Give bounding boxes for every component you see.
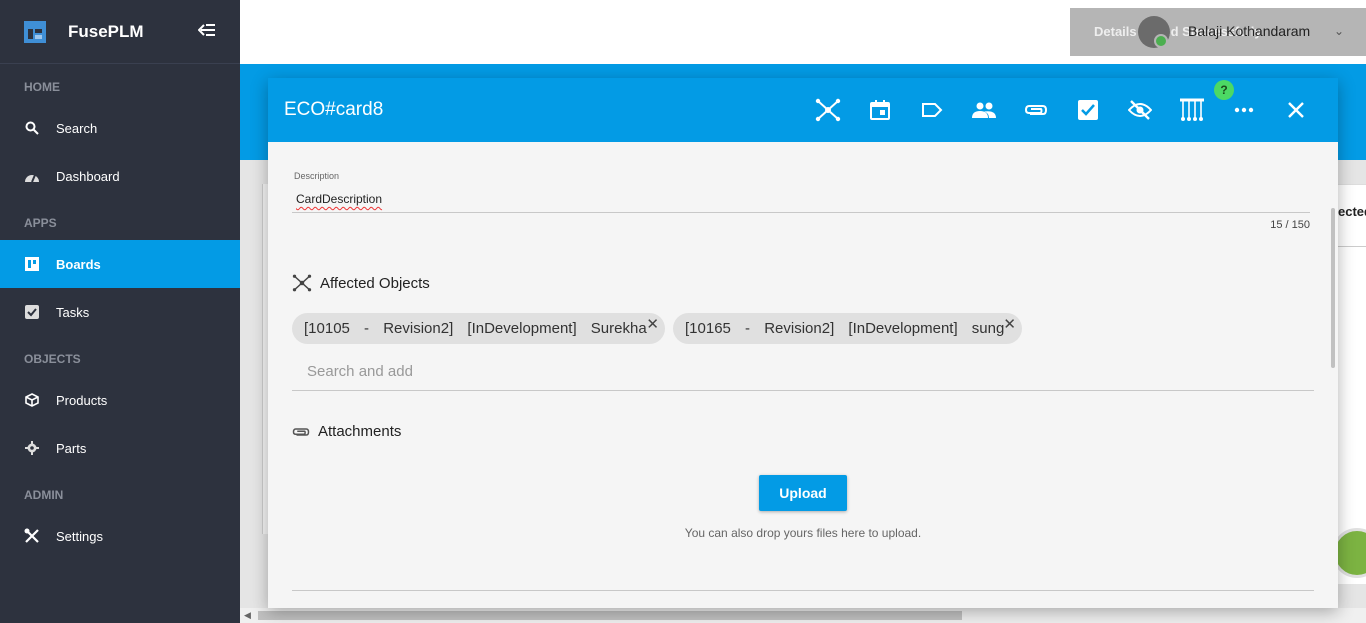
description-field[interactable]: CardDescription [296,192,382,206]
sidebar-item-label: Search [56,120,98,136]
dashboard-icon [24,168,40,184]
search-icon [24,120,40,136]
sidebar-item-label: Settings [56,528,103,544]
chevron-down-icon[interactable]: ⌄ [1334,24,1344,38]
app-name: FusePLM [68,21,144,41]
sidebar: FusePLM HOME Search Dashboard APPS Board… [0,0,240,623]
remove-chip-icon[interactable]: ✕ [1003,315,1016,333]
sidebar-item-tasks[interactable]: Tasks [0,288,240,336]
section-title: Affected Objects [320,274,430,292]
boards-icon [24,256,40,272]
upload-button[interactable]: Upload [759,475,847,511]
cube-icon [24,392,40,408]
affected-object-chip[interactable]: [10105 - Revision2] [InDevelopment] Sure… [292,313,665,344]
divider [1338,246,1366,247]
user-name: Balaji Kothandaram [1188,23,1311,39]
card-dialog: ECO#card8 ? Description CardDescription … [268,78,1338,608]
drop-hint: You can also drop yours files here to up… [684,526,922,540]
logo-icon [24,20,46,43]
search-underline [292,390,1314,391]
attachment-icon[interactable] [1010,90,1062,130]
search-add-input[interactable]: Search and add [307,363,413,380]
affected-objects-heading: Affected Objects [292,274,430,292]
close-icon[interactable] [1270,90,1322,130]
nav-section-apps: APPS [24,216,57,230]
dialog-title: ECO#card8 [284,99,384,120]
nav-section-objects: OBJECTS [24,352,81,366]
sidebar-item-settings[interactable]: Settings [0,512,240,560]
chip-label: [10105 - Revision2] [InDevelopment] Sure… [304,320,647,337]
online-status-icon [1154,34,1168,48]
remove-chip-icon[interactable]: ✕ [646,315,659,333]
board-list-card-text: ected [1338,204,1366,219]
network-icon [292,274,312,292]
attachments-heading: Attachments [292,423,401,440]
sidebar-item-products[interactable]: Products [0,376,240,424]
chip-label: [10165 - Revision2] [InDevelopment] sung [685,320,1005,337]
nav-section-admin: ADMIN [24,488,64,502]
divider [292,590,1314,591]
board-list-card-right [1338,184,1366,584]
gear-icon [24,440,40,456]
sidebar-item-label: Boards [56,256,101,272]
description-underline [292,212,1310,213]
nav-section-home: HOME [24,80,60,94]
scroll-left-icon[interactable]: ◀ [244,608,251,623]
abacus-icon[interactable] [1166,90,1218,130]
sidebar-item-search[interactable]: Search [0,104,240,152]
tools-icon [24,528,40,544]
sidebar-item-label: Products [56,392,108,408]
collapse-sidebar-icon[interactable] [197,21,216,42]
checkbox-icon[interactable] [1062,90,1114,130]
tasks-icon [24,304,40,320]
label-icon[interactable] [906,90,958,130]
sidebar-item-dashboard[interactable]: Dashboard [0,152,240,200]
affected-object-chip[interactable]: [10165 - Revision2] [InDevelopment] sung… [673,313,1022,344]
description-label: Description [294,171,340,181]
section-title: Attachments [318,423,402,440]
sidebar-item-label: Parts [56,440,87,456]
help-badge[interactable]: ? [1214,80,1234,100]
attachment-icon [292,426,310,438]
sidebar-item-label: Dashboard [56,168,120,184]
sidebar-item-label: Tasks [56,304,90,320]
calendar-icon[interactable] [854,90,906,130]
sidebar-item-parts[interactable]: Parts [0,424,240,472]
description-counter: 15 / 150 [1270,219,1310,231]
dialog-toolbar: ECO#card8 ? [268,78,1338,142]
network-icon[interactable] [802,90,854,130]
hide-icon[interactable] [1114,90,1166,130]
user-menu[interactable]: Details Saved Successfully Balaji Kothan… [1070,8,1366,56]
dialog-body: Description CardDescription 15 / 150 Aff… [268,142,1338,608]
scrollbar-thumb[interactable] [258,611,962,620]
vertical-scrollbar[interactable] [1331,208,1335,368]
people-icon[interactable] [958,90,1010,130]
sidebar-item-boards[interactable]: Boards [0,240,240,288]
toolbar-icons [802,90,1322,130]
sidebar-header: FusePLM [0,0,240,64]
